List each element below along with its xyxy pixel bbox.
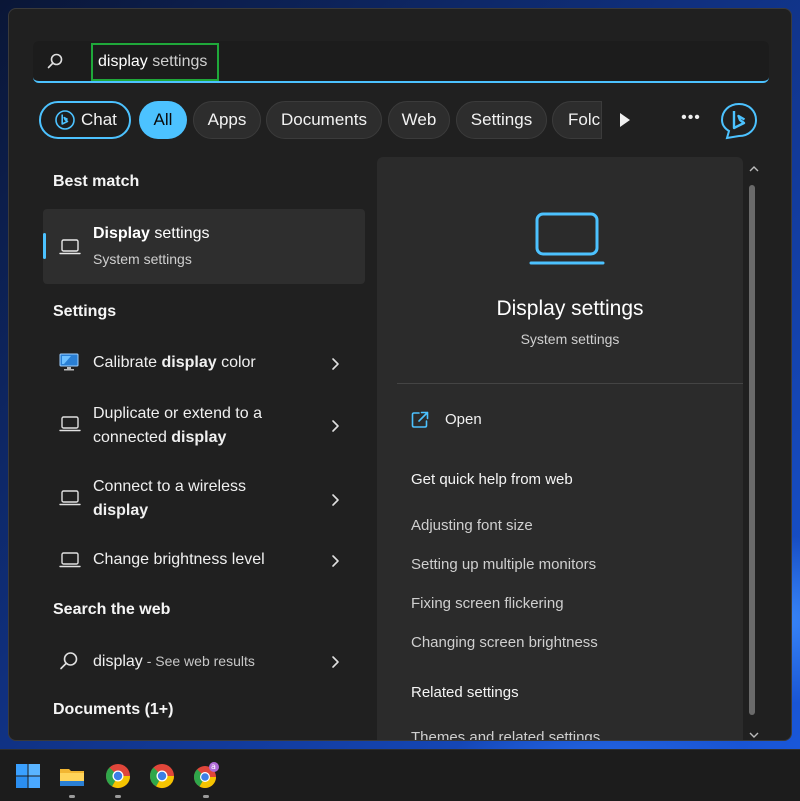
setting-connect-label: Connect to a wireless display	[93, 475, 246, 523]
laptop-icon	[59, 415, 81, 433]
filter-bar: Chat All Apps Documents Web Settings Fol…	[39, 101, 787, 141]
chrome-icon[interactable]	[148, 762, 176, 790]
windows-start-icon[interactable]	[14, 762, 42, 790]
quick-help-header: Get quick help from web	[411, 471, 573, 488]
search-box[interactable]: display settings	[33, 41, 769, 83]
chrome-icon[interactable]	[104, 762, 132, 790]
setting-connect-wireless-display[interactable]: Connect to a wireless display	[43, 471, 365, 525]
preview-pane: Display settings System settings Open Ge…	[377, 157, 743, 741]
search-icon	[47, 53, 63, 69]
chevron-right-icon	[329, 419, 341, 433]
best-match-title-rest: settings	[150, 225, 210, 242]
setting-brightness-label: Change brightness level	[93, 548, 265, 572]
search-query-highlight[interactable]: display settings	[91, 43, 219, 81]
filter-chat-label: Chat	[81, 110, 117, 130]
duplicate-line2-pre: connected	[93, 429, 171, 446]
duplicate-line1: Duplicate or extend to a	[93, 402, 262, 426]
filter-web[interactable]: Web	[388, 101, 450, 139]
setting-change-brightness[interactable]: Change brightness level	[43, 543, 365, 579]
taskbar: a	[0, 749, 800, 801]
filter-apps[interactable]: Apps	[193, 101, 261, 139]
best-match-item[interactable]: Display settings System settings	[43, 209, 365, 284]
documents-section-header: Documents (1+)	[53, 701, 173, 719]
best-match-title: Display settings	[93, 225, 210, 243]
duplicate-line2: connected display	[93, 426, 262, 450]
help-link-screen-brightness[interactable]: Changing screen brightness	[411, 634, 598, 651]
filter-settings[interactable]: Settings	[456, 101, 547, 139]
connect-line1: Connect to a wireless	[93, 475, 246, 499]
laptop-icon	[527, 211, 609, 267]
scroll-filters-right-icon[interactable]	[613, 109, 635, 131]
chevron-right-icon	[329, 554, 341, 568]
preview-subtitle: System settings	[377, 331, 763, 347]
laptop-icon	[59, 551, 81, 569]
preview-scrollbar[interactable]	[745, 159, 761, 741]
search-icon	[59, 651, 79, 671]
filter-folders[interactable]: Folc	[552, 101, 602, 139]
more-options-button[interactable]: •••	[677, 109, 705, 131]
calibrate-pre: Calibrate	[93, 354, 161, 371]
scrollbar-thumb[interactable]	[749, 185, 755, 715]
setting-duplicate-label: Duplicate or extend to a connected displ…	[93, 402, 262, 450]
chevron-right-icon	[329, 493, 341, 507]
selection-indicator	[43, 233, 46, 259]
web-hint: - See web results	[143, 653, 255, 669]
chevron-right-icon	[329, 357, 341, 371]
search-query-bold: display	[98, 53, 148, 71]
calibrate-bold: display	[161, 354, 216, 371]
setting-calibrate-label: Calibrate display color	[93, 351, 256, 375]
web-query: display	[93, 653, 143, 670]
help-link-screen-flickering[interactable]: Fixing screen flickering	[411, 595, 564, 612]
open-external-icon[interactable]	[411, 411, 429, 429]
help-link-font-size[interactable]: Adjusting font size	[411, 517, 533, 534]
bing-icon[interactable]	[719, 101, 759, 141]
search-query-rest: settings	[148, 53, 208, 71]
running-indicator	[203, 795, 209, 798]
file-explorer-icon[interactable]	[58, 762, 86, 790]
web-search-label: display - See web results	[93, 649, 255, 674]
search-web-header: Search the web	[53, 601, 170, 619]
best-match-subtitle: System settings	[93, 251, 192, 267]
connect-line2-bold: display	[93, 502, 148, 519]
start-search-panel: display settings Chat All Apps Documents…	[8, 8, 792, 741]
monitor-color-icon	[59, 353, 81, 371]
preview-divider	[397, 383, 743, 384]
setting-duplicate-extend-display[interactable]: Duplicate or extend to a connected displ…	[43, 397, 365, 451]
laptop-icon	[59, 239, 81, 255]
chevron-right-icon	[329, 655, 341, 669]
preview-title: Display settings	[377, 297, 763, 321]
scroll-down-icon[interactable]	[749, 731, 759, 739]
best-match-title-bold: Display	[93, 225, 150, 242]
setting-calibrate-display-color[interactable]: Calibrate display color	[43, 345, 365, 381]
bing-chat-icon	[55, 110, 75, 130]
filter-documents[interactable]: Documents	[266, 101, 382, 139]
chrome-profile-badge: a	[211, 762, 216, 771]
related-link-themes[interactable]: Themes and related settings	[411, 729, 600, 741]
laptop-icon	[59, 489, 81, 507]
settings-section-header: Settings	[53, 303, 116, 321]
calibrate-post: color	[217, 354, 256, 371]
web-search-result[interactable]: display - See web results	[43, 643, 365, 679]
filter-all[interactable]: All	[139, 101, 187, 139]
scroll-up-icon[interactable]	[749, 165, 759, 173]
related-settings-header: Related settings	[411, 684, 519, 701]
duplicate-line2-bold: display	[171, 429, 226, 446]
filter-chat[interactable]: Chat	[39, 101, 131, 139]
help-link-multiple-monitors[interactable]: Setting up multiple monitors	[411, 556, 596, 573]
best-match-header: Best match	[53, 173, 139, 191]
running-indicator	[69, 795, 75, 798]
open-action[interactable]: Open	[445, 411, 482, 428]
connect-line2: display	[93, 499, 246, 523]
running-indicator	[115, 795, 121, 798]
